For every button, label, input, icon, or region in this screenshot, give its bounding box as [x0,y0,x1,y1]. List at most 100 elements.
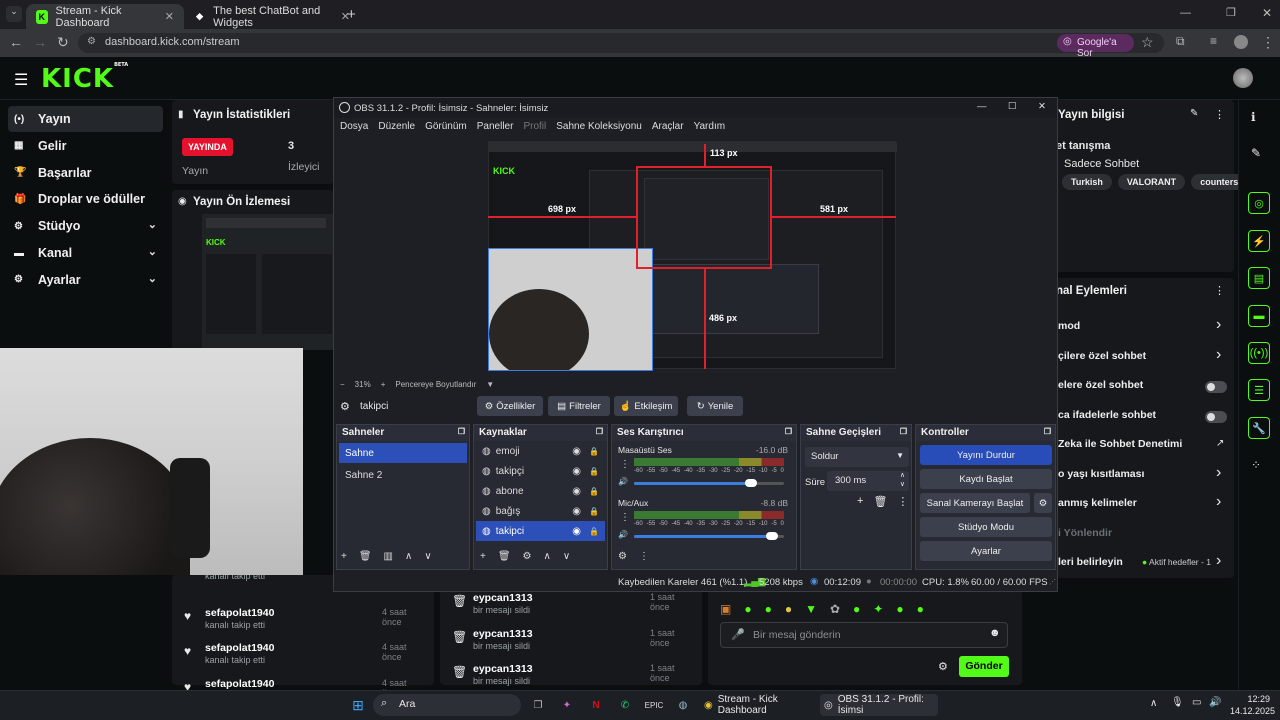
tray-mic-icon[interactable]: 🎙 [1171,697,1184,708]
tab-chatbot[interactable]: ◆ The best ChatBot and Widgets ✕ [184,4,360,29]
whatsapp-icon[interactable]: ✆ [615,695,635,715]
studio-mode-button[interactable]: Stüdyo Modu [920,517,1052,537]
emote-icon[interactable]: ● [896,602,903,616]
tab-kick-dashboard[interactable]: K Stream - Kick Dashboard ✕ [26,4,184,29]
source-item[interactable]: ◍ bağış ◉ 🔒 [476,501,605,521]
server-shortcut-icon[interactable]: ☰ [1248,379,1270,401]
obs-menu-item[interactable]: Dosya [340,121,368,136]
tag-chip[interactable]: Turkish [1062,174,1112,190]
move-up-icon[interactable]: ∧ [544,551,551,562]
profile-avatar[interactable] [1234,35,1248,49]
sidebar-item[interactable]: 🎁 Droplar ve ödüller [8,186,163,212]
feed-user[interactable]: sefapolat1940 [205,678,274,690]
epic-games-icon[interactable]: EPIC [644,695,664,715]
remove-source-icon[interactable]: 🗑 [498,551,511,562]
channel-menu-icon[interactable]: ⋮ [620,459,630,470]
toggle-switch[interactable] [1205,410,1227,423]
webcam-source-box[interactable] [488,248,653,371]
virtual-camera-button[interactable]: Sanal Kamerayı Başlat [920,493,1030,513]
interact-button[interactable]: ☝ Etkileşim [614,396,678,416]
emote-icon[interactable]: ▼ [805,602,817,616]
scene-item[interactable]: Sahne 2 [339,465,467,485]
source-item[interactable]: ◍ emoji ◉ 🔒 [476,441,605,461]
visibility-eye-icon[interactable]: ◉ [572,526,581,537]
advanced-audio-icon[interactable]: ⚙ [618,551,627,562]
visibility-eye-icon[interactable]: ◉ [572,446,581,457]
sidebar-item[interactable]: ⚙ Ayarlar ⌄ [8,267,163,293]
refresh-button[interactable]: ↻ Yenile [687,396,743,416]
sidebar-item[interactable]: ▦ Gelir [8,133,163,159]
undock-icon[interactable]: ❐ [785,427,792,436]
kick-logo[interactable]: KICKBETA [41,62,128,94]
obs-menu-item[interactable]: Düzenle [378,121,415,136]
lock-icon[interactable]: 🔒 [589,507,599,516]
sidebar-item[interactable]: ⚙ Stüdyo ⌄ [8,213,163,239]
add-scene-icon[interactable]: + [341,551,347,562]
undock-icon[interactable]: ❐ [1044,427,1051,436]
visibility-eye-icon[interactable]: ◉ [572,486,581,497]
chat-shortcut-icon[interactable]: ▬ [1248,305,1270,327]
virtual-camera-settings-icon[interactable]: ⚙ [1034,493,1052,513]
resize-grip-icon[interactable]: ⋰ [1049,578,1056,586]
speaker-icon[interactable]: 🔊 [618,477,628,486]
windows-start-icon[interactable]: ⊞ [348,695,368,715]
tray-network-icon[interactable]: ▭ [1192,697,1201,708]
browser-menu-icon[interactable]: ⋮ [1261,34,1275,51]
undock-icon[interactable]: ❐ [596,427,603,436]
sidebar-item[interactable]: ▬ Kanal ⌄ [8,240,163,266]
extensions-icon[interactable]: ⧉ [1176,34,1185,49]
settings-button[interactable]: Ayarlar [920,541,1052,561]
volume-slider-handle[interactable] [744,479,757,487]
reading-list-icon[interactable]: ≡ [1210,34,1217,48]
obs-preview-canvas[interactable]: KICK 113 px 698 px 581 px 486 px [334,136,1057,376]
chevron-down-icon[interactable]: ⌄ [148,245,157,258]
chevron-right-icon[interactable]: › [1216,493,1221,511]
chevron-down-icon[interactable]: ⌄ [148,218,157,231]
camera-shortcut-icon[interactable]: ◎ [1248,192,1270,214]
notes-shortcut-icon[interactable]: ▤ [1248,267,1270,289]
emote-icon[interactable]: ● [785,602,792,616]
tag-chip[interactable]: VALORANT [1117,174,1186,190]
tab-list-button[interactable]: ⌄ [6,6,22,22]
clock[interactable]: 12:29 14.12.2025 [1230,693,1275,717]
minimize-window-button[interactable]: — [1180,7,1191,19]
start-recording-button[interactable]: Kaydı Başlat [920,469,1052,489]
transition-select[interactable]: Soldur ▼ [805,447,909,467]
source-props-icon[interactable]: ⚙ [523,551,532,562]
transition-menu-icon[interactable]: ⋮ [897,495,908,508]
feed-user[interactable]: sefapolat1940 [205,642,274,654]
obs-minimize-button[interactable]: — [977,101,987,112]
remove-scene-icon[interactable]: 🗑 [359,551,372,562]
volume-slider[interactable] [634,532,784,540]
wrench-shortcut-icon[interactable]: 🔧 [1248,417,1270,439]
taskbar-chrome-app[interactable]: ◉ Stream - Kick Dashboard [700,694,814,716]
user-avatar[interactable] [1233,68,1253,88]
chat-input[interactable]: 🎤 Bir mesaj gönderin ☻ [720,622,1008,648]
lock-icon[interactable]: 🔒 [589,527,599,536]
feed-user[interactable]: eypcan1313 [473,628,533,640]
feed-user[interactable]: eypcan1313 [473,663,533,675]
emoji-picker-icon[interactable]: ☻ [989,627,1001,639]
lock-icon[interactable]: 🔒 [589,487,599,496]
close-window-button[interactable]: ✕ [1262,6,1272,20]
obs-menu-item[interactable]: Sahne Koleksiyonu [556,121,642,136]
taskbar-search[interactable]: ⌕ Ara [373,694,521,716]
source-item[interactable]: ◍ takipçi ◉ 🔒 [476,461,605,481]
selected-source-box[interactable] [636,166,772,269]
netflix-icon[interactable]: N [586,695,606,715]
chevron-right-icon[interactable]: › [1216,346,1221,364]
forward-icon[interactable]: → [33,34,47,50]
taskbar-obs-app[interactable]: ◎ OBS 31.1.2 - Profil: İsimsi [820,694,938,716]
channel-menu-icon[interactable]: ⋮ [620,512,630,523]
external-link-icon[interactable]: ↗ [1216,438,1224,449]
move-down-icon[interactable]: ∨ [424,551,431,562]
obs-menu-item[interactable]: Profil [523,121,546,136]
add-widget-icon[interactable]: ⁘ [1251,458,1261,472]
microphone-icon[interactable]: 🎤 [731,628,745,641]
lightning-shortcut-icon[interactable]: ⚡ [1248,230,1270,252]
visibility-eye-icon[interactable]: ◉ [572,466,581,477]
emote-icon[interactable]: ● [744,602,751,616]
zoom-out-button[interactable]: − [340,380,345,392]
obs-maximize-button[interactable]: ☐ [1008,101,1017,112]
site-info-icon[interactable]: ⚙ [87,36,96,47]
